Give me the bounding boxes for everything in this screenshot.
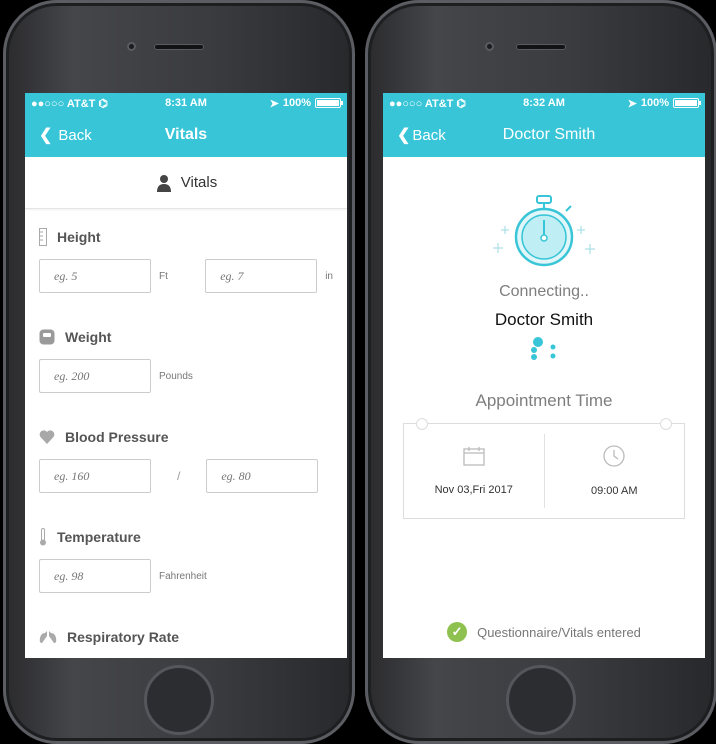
height-ft-input[interactable] [39, 259, 151, 293]
ft-unit: Ft [159, 270, 168, 282]
status-bar: ●●○○○ AT&T ⌬ 8:32 AM ➤ 100% [383, 93, 705, 113]
bp-diastolic-input[interactable] [206, 459, 319, 493]
vitals-status: ✓ Questionnaire/Vitals entered [383, 622, 705, 642]
temp-row: Fahrenheit [39, 559, 333, 593]
appointment-date: Nov 03,Fri 2017 [434, 484, 513, 496]
phone-left: ●●○○○ AT&T ⌬ 8:31 AM ➤ 100% ❮ Back Vital… [3, 0, 355, 744]
bp-row: / [39, 459, 333, 493]
time-cell: 09:00 AM [545, 424, 685, 518]
temp-input[interactable] [39, 559, 151, 593]
section-title: Vitals [180, 174, 218, 191]
status-right: ➤ 100% [627, 97, 701, 110]
back-label: Back [412, 126, 446, 144]
fahrenheit-unit: Fahrenheit [159, 570, 207, 582]
appointment-time-label: Appointment Time [475, 391, 613, 410]
status-bar: ●●○○○ AT&T ⌬ 8:31 AM ➤ 100% [25, 93, 347, 113]
back-button[interactable]: ❮ Back [39, 125, 92, 145]
height-in-input[interactable] [205, 259, 318, 293]
chevron-left-icon: ❮ [397, 127, 411, 144]
temp-label: Temperature [57, 529, 141, 545]
location-icon: ➤ [627, 97, 637, 110]
vitals-status-text: Questionnaire/Vitals entered [477, 624, 641, 640]
weight-input[interactable] [39, 359, 151, 393]
back-label: Back [58, 126, 92, 144]
resp-label: Respiratory Rate [67, 629, 180, 645]
battery-icon [315, 98, 343, 108]
weight-label: Weight [65, 329, 112, 345]
check-circle-icon: ✓ [447, 622, 468, 642]
battery-icon [673, 98, 701, 108]
loading-spinner-icon [383, 334, 705, 367]
date-cell: Nov 03,Fri 2017 [404, 424, 544, 518]
stopwatch-icon [489, 192, 599, 277]
thermometer-icon [40, 528, 46, 546]
weight-label-row: Weight [39, 323, 333, 351]
front-camera [485, 42, 494, 51]
carrier-label: ●●○○○ AT&T ⌬ [31, 97, 109, 110]
connecting-panel: Connecting.. Doctor Smith Appointment Ti… [383, 192, 705, 519]
status-time: 8:31 AM [165, 97, 207, 109]
status-time: 8:32 AM [523, 97, 565, 109]
connecting-text: Connecting.. [499, 283, 589, 300]
resp-label-row: Respiratory Rate [39, 623, 333, 651]
home-button[interactable] [144, 665, 214, 735]
height-row: Ft in [39, 259, 333, 293]
earpiece-speaker [516, 44, 566, 50]
scale-icon [39, 329, 55, 345]
height-label-row: Height [39, 223, 333, 251]
clock-icon [603, 445, 625, 467]
location-icon: ➤ [269, 97, 279, 110]
battery-percent: 100% [282, 97, 311, 109]
in-unit: in [325, 270, 333, 282]
heart-icon [39, 430, 55, 444]
bp-separator: / [177, 469, 181, 483]
ruler-icon [39, 228, 47, 246]
appointment-card: Nov 03,Fri 2017 09:00 AM [403, 418, 685, 519]
phone-right: ●●○○○ AT&T ⌬ 8:32 AM ➤ 100% ❮ Back Docto… [365, 0, 716, 744]
carrier-label: ●●○○○ AT&T ⌬ [389, 97, 467, 110]
vitals-screen: ●●○○○ AT&T ⌬ 8:31 AM ➤ 100% ❮ Back Vital… [25, 93, 347, 658]
pounds-unit: Pounds [159, 370, 193, 382]
chevron-left-icon: ❮ [39, 127, 53, 144]
card-notch [660, 418, 672, 430]
height-label: Height [57, 229, 101, 245]
section-header: Vitals [25, 157, 347, 209]
bp-label-row: Blood Pressure [39, 423, 333, 451]
doctor-icon [156, 174, 171, 192]
earpiece-speaker [154, 44, 204, 50]
status-right: ➤ 100% [269, 97, 343, 110]
appointment-time: 09:00 AM [591, 485, 638, 497]
bp-systolic-input[interactable] [39, 459, 151, 493]
doctor-name: Doctor Smith [494, 310, 594, 329]
calendar-icon [463, 447, 485, 466]
front-camera [127, 42, 136, 51]
lungs-icon [39, 631, 57, 643]
back-button[interactable]: ❮ Back [397, 125, 446, 145]
nav-bar: ❮ Back Doctor Smith [383, 113, 705, 157]
weight-row: Pounds [39, 359, 333, 393]
nav-bar: ❮ Back Vitals [25, 113, 347, 157]
vitals-form: Height Ft in Weight Pounds [25, 209, 347, 658]
battery-percent: 100% [640, 97, 669, 109]
temp-label-row: Temperature [39, 523, 333, 551]
bp-label: Blood Pressure [65, 429, 169, 445]
card-notch [416, 418, 428, 430]
home-button[interactable] [506, 665, 576, 735]
connecting-screen: ●●○○○ AT&T ⌬ 8:32 AM ➤ 100% ❮ Back Docto… [383, 93, 705, 658]
